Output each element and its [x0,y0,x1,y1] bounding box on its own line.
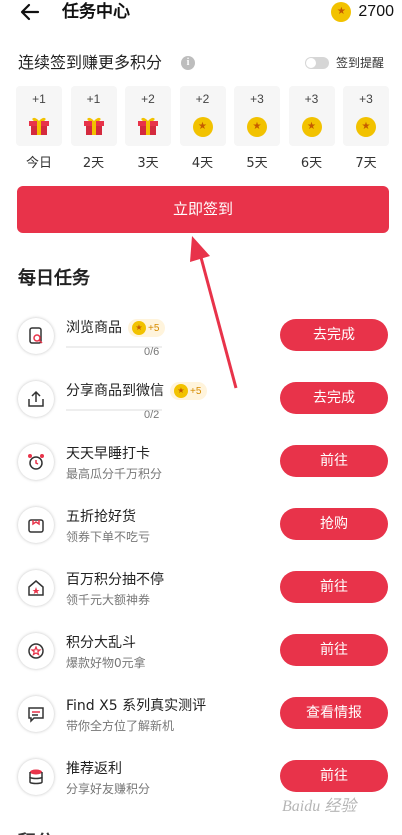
signin-day-points: +1 [86,92,101,106]
task-subtitle: 爆款好物0元拿 [66,656,146,670]
signin-day-box: +2 [125,86,171,146]
coin-count: 2700 [358,3,394,20]
coin-icon [301,117,322,137]
task-name: 百万积分抽不停 [66,572,164,588]
signin-days: +1 今日 +1 2天 +2 3天 +2 4天 +3 5天 +3 6天 +3 7天 [16,86,396,176]
section-title: 积分 [18,828,54,835]
signin-day: +2 4天 [179,86,226,176]
coin-icon [192,117,213,137]
page-title: 任务中心 [62,2,130,22]
task-name: 积分大乱斗 [66,635,136,651]
header: 任务中心 2700 [0,0,402,26]
star-badge-icon [18,633,54,669]
task-action-button[interactable]: 去完成 [280,382,388,414]
signin-day-box: +3 [343,86,389,146]
signin-day: +3 5天 [234,86,280,176]
coin-icon [247,117,267,137]
signin-day: +1 2天 [70,86,117,176]
task-subtitle: 领千元大额神券 [66,593,151,607]
task-center-card: 连续签到赚更多积分 i 签到提醒 +1 今日 +1 2天 +2 3天 +2 4天 +3 5天 +3 6… [4,44,398,835]
signin-day-box: +2 [179,86,226,146]
task-action-button[interactable]: 前往 [280,445,388,477]
browse-icon [18,318,54,354]
task-name: 天天早睡打卡 [66,446,150,462]
task-action-button[interactable]: 前往 [280,571,388,603]
task-row: Find X5 系列真实测评 带你全方位了解新机 查看情报 [4,696,398,759]
signin-day: +2 3天 [125,86,171,176]
task-row: 五折抢好货领券下单不吃亏 抢购 [4,507,398,570]
coin-icon [132,321,146,335]
coin-balance[interactable]: 2700 [331,0,394,24]
share-icon [18,381,54,417]
task-action-button[interactable]: 查看情报 [280,697,388,729]
task-name: 五折抢好货 [66,509,136,525]
coin-icon [331,2,352,22]
task-row: 百万积分抽不停 领千元大额神券 前往 [4,570,398,633]
reward-points: +5 [148,322,160,334]
coin-icon [356,117,376,137]
signin-day-label: 7天 [355,156,377,171]
task-name: 分享商品到微信 [66,383,164,399]
signin-title: 连续签到赚更多积分 [18,53,163,72]
task-row: 浏览商品 +5 0/6 去完成 [4,318,398,381]
task-name: 浏览商品 [66,320,122,336]
task-name: 推荐返利 [66,761,122,777]
signin-day-points: +3 [359,92,373,106]
signin-day-label: 4天 [191,156,214,171]
signin-day: +1 今日 [16,86,62,176]
house-star-icon [18,570,54,606]
signin-day-label: 6天 [300,156,323,171]
alarm-clock-icon [18,444,54,480]
signin-day-points: +1 [32,92,46,106]
reminder-label: 签到提醒 [336,56,385,70]
signin-day-box: +3 [288,86,335,146]
signin-day-label: 今日 [25,156,52,171]
reward-badge: +5 [128,319,166,337]
signin-day-points: +2 [141,92,155,106]
reminder-toggle[interactable] [305,57,329,69]
signin-day-box: +1 [16,86,62,146]
reward-points: +5 [190,385,202,397]
task-row: 天天早睡打卡 最高瓜分千万积分 前往 [4,444,398,507]
task-subtitle: 领券下单不吃亏 [66,530,151,544]
daily-tasks-title: 每日任务 [18,268,90,289]
arrow-left-icon[interactable] [18,0,42,24]
signin-day-points: +3 [250,92,264,106]
message-icon [18,696,54,732]
task-subtitle: 分享好友赚积分 [66,782,151,796]
task-subtitle: 最高瓜分千万积分 [66,467,163,481]
task-subtitle: 带你全方位了解新机 [66,719,175,733]
signin-button[interactable]: 立即签到 [17,186,389,233]
task-row: 积分大乱斗爆款好物0元拿 前往 [4,633,398,696]
watermark: Baidu 经验 [282,798,357,815]
signin-day-label: 3天 [137,156,159,171]
task-progress-text: 0/6 [144,346,160,358]
signin-day-box: +3 [234,86,280,146]
task-progress-text: 0/2 [144,409,160,421]
shopping-bag-icon [18,507,54,543]
signin-day: +3 7天 [343,86,389,176]
signin-day-label: 5天 [246,156,268,171]
signin-day-points: +2 [195,92,210,106]
task-action-button[interactable]: 前往 [280,634,388,666]
info-icon[interactable]: i [181,56,195,70]
task-row: 分享商品到微信 +5 0/2 去完成 [4,381,398,444]
coin-icon [174,384,188,398]
reward-badge: +5 [170,382,208,400]
signin-day-box: +1 [70,86,117,146]
task-name: Find X5 系列真实测评 [66,698,207,714]
task-action-button[interactable]: 去完成 [280,319,388,351]
task-action-button[interactable]: 抢购 [280,508,388,540]
signin-day-label: 2天 [82,156,105,171]
task-action-button[interactable]: 前往 [280,760,388,792]
signin-day: +3 6天 [288,86,335,176]
coin-stack-icon [18,759,54,795]
signin-day-points: +3 [304,92,319,106]
